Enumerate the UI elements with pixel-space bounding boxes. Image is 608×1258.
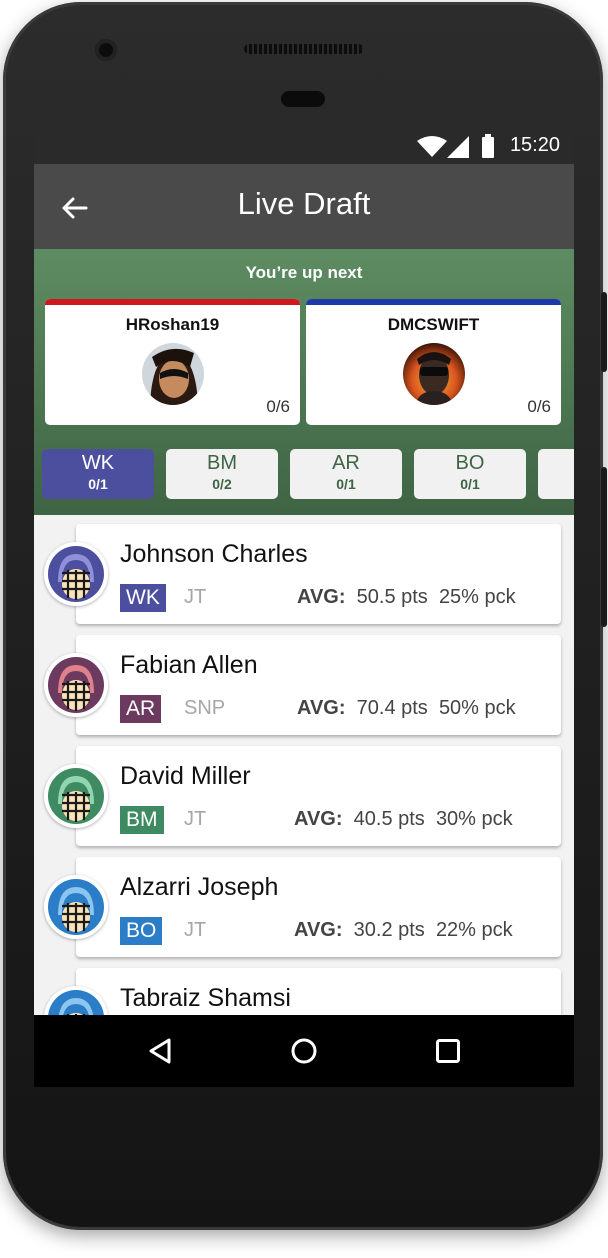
avg-points: 30.2 pts bbox=[353, 919, 425, 941]
tab-label: BM bbox=[207, 452, 237, 474]
phone-frame: 15:20 Live Draft You’re up next HRoshan1… bbox=[3, 2, 607, 1230]
tab-label: AR bbox=[332, 452, 360, 474]
drafter-name: HRoshan19 bbox=[125, 315, 220, 334]
tab-more[interactable] bbox=[538, 449, 574, 499]
page-title: Live Draft bbox=[237, 186, 371, 221]
player-row[interactable]: Johnson Charles WK JT AVG: 50.5 pts 25% … bbox=[44, 524, 561, 624]
nav-back-button[interactable] bbox=[140, 1033, 180, 1069]
player-row[interactable]: Fabian Allen AR SNP AVG: 70.4 pts 50% pc… bbox=[44, 635, 561, 735]
drafter-pick-count: 0/6 bbox=[527, 397, 551, 416]
tab-count: 0/1 bbox=[336, 476, 356, 492]
square-recents-icon bbox=[436, 1039, 460, 1063]
status-time: 15:20 bbox=[509, 134, 560, 156]
nav-home-button[interactable] bbox=[284, 1033, 324, 1069]
player-helmet-avatar bbox=[44, 875, 108, 939]
pick-percent: 22% pck bbox=[435, 919, 513, 941]
player-name: Tabraiz Shamsi bbox=[120, 984, 291, 1012]
drafter-avatar bbox=[402, 343, 465, 405]
screen: 15:20 Live Draft You’re up next HRoshan1… bbox=[34, 127, 574, 1087]
drafter-avatar bbox=[141, 343, 204, 405]
battery-icon bbox=[482, 134, 494, 158]
drafter-pick-count: 0/6 bbox=[266, 397, 290, 416]
player-name: Alzarri Joseph bbox=[120, 873, 279, 901]
tab-count: 0/2 bbox=[212, 476, 232, 492]
drafter-color-bar bbox=[45, 299, 300, 305]
player-row[interactable]: David Miller BM JT AVG: 40.5 pts 30% pck bbox=[44, 746, 561, 846]
tab-wk[interactable]: WK 0/1 bbox=[42, 449, 154, 499]
pick-percent: 30% pck bbox=[435, 808, 513, 830]
player-team: JT bbox=[184, 808, 207, 830]
player-stats: AVG: 70.4 pts 50% pck bbox=[297, 697, 516, 720]
player-row[interactable]: Alzarri Joseph BO JT AVG: 30.2 pts 22% p… bbox=[44, 857, 561, 957]
player-helmet-avatar bbox=[44, 542, 108, 606]
avg-points: 50.5 pts bbox=[356, 586, 428, 608]
tab-label: BO bbox=[455, 452, 485, 474]
tab-bo[interactable]: BO 0/1 bbox=[414, 449, 526, 499]
tab-bm[interactable]: BM 0/2 bbox=[166, 449, 278, 499]
phone-side-button bbox=[601, 292, 607, 372]
player-name: Johnson Charles bbox=[120, 540, 308, 568]
player-helmet-avatar bbox=[44, 653, 108, 717]
nav-recents-button[interactable] bbox=[428, 1033, 468, 1069]
player-name: David Miller bbox=[120, 762, 251, 790]
role-badge: BO bbox=[120, 917, 163, 945]
circle-home-icon bbox=[291, 1038, 317, 1064]
wifi-icon bbox=[417, 136, 447, 157]
player-list: Johnson Charles WK JT AVG: 50.5 pts 25% … bbox=[34, 515, 574, 1068]
tab-label: WK bbox=[81, 452, 115, 474]
pick-percent: 25% pck bbox=[438, 586, 516, 608]
avg-label: AVG: bbox=[294, 808, 343, 830]
up-next-label: You’re up next bbox=[245, 263, 363, 282]
position-tabs: WK 0/1 BM 0/2 AR 0/1 BO 0/1 bbox=[34, 449, 574, 501]
proximity-sensor bbox=[281, 91, 325, 107]
role-badge: AR bbox=[120, 695, 162, 723]
status-bar: 15:20 bbox=[34, 127, 574, 164]
phone-side-button bbox=[601, 467, 607, 627]
player-team: JT bbox=[184, 919, 207, 941]
avg-points: 70.4 pts bbox=[356, 697, 428, 719]
earpiece-speaker bbox=[244, 44, 364, 54]
player-team: JT bbox=[184, 586, 207, 608]
tab-ar[interactable]: AR 0/1 bbox=[290, 449, 402, 499]
avg-label: AVG: bbox=[294, 919, 343, 941]
cell-signal-icon bbox=[447, 136, 469, 158]
drafter-card: DMCSWIFT 0/6 bbox=[306, 299, 561, 425]
tab-count: 0/1 bbox=[460, 476, 480, 492]
triangle-back-icon bbox=[149, 1038, 171, 1064]
player-name: Fabian Allen bbox=[120, 651, 258, 679]
tab-count: 0/1 bbox=[88, 476, 108, 492]
system-nav-bar bbox=[34, 1015, 574, 1087]
front-camera bbox=[95, 39, 117, 61]
player-stats: AVG: 30.2 pts 22% pck bbox=[294, 919, 513, 942]
avg-label: AVG: bbox=[297, 697, 346, 719]
player-team: SNP bbox=[184, 697, 226, 719]
role-badge: BM bbox=[120, 806, 164, 834]
player-stats: AVG: 50.5 pts 25% pck bbox=[297, 586, 516, 609]
drafter-color-bar bbox=[306, 299, 561, 305]
player-stats: AVG: 40.5 pts 30% pck bbox=[294, 808, 513, 831]
role-badge: WK bbox=[120, 584, 166, 612]
draft-panel: You’re up next HRoshan19 0/6 DMCSWIFT 0/… bbox=[34, 249, 574, 515]
avg-label: AVG: bbox=[297, 586, 346, 608]
drafter-name: DMCSWIFT bbox=[387, 315, 480, 334]
pick-percent: 50% pck bbox=[438, 697, 516, 719]
app-bar: Live Draft bbox=[34, 164, 574, 249]
drafter-card: HRoshan19 0/6 bbox=[45, 299, 300, 425]
player-helmet-avatar bbox=[44, 764, 108, 828]
avg-points: 40.5 pts bbox=[353, 808, 425, 830]
